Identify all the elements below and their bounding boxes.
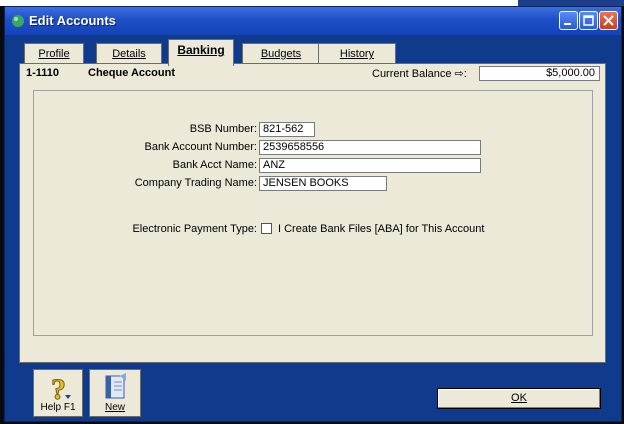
account-number: 1-1110 xyxy=(26,67,60,79)
bank-account-number-input[interactable]: 2539658556 xyxy=(259,140,481,155)
svg-text:?: ? xyxy=(51,373,66,403)
new-button[interactable]: New xyxy=(89,369,141,417)
bsb-input[interactable]: 821-562 xyxy=(259,122,315,137)
title-bar[interactable]: Edit Accounts xyxy=(5,7,621,35)
minimize-button[interactable] xyxy=(559,11,578,30)
bsb-label: BSB Number: xyxy=(189,123,257,135)
tab-banking[interactable]: Banking xyxy=(168,39,234,66)
account-header: 1-1110 Cheque Account Current Balance ⇨:… xyxy=(20,64,605,84)
minimize-icon xyxy=(564,23,571,25)
help-icon: ? xyxy=(51,373,71,403)
tab-bar: Profile Details Banking Budgets History xyxy=(18,37,608,66)
banking-panel: 1-1110 Cheque Account Current Balance ⇨:… xyxy=(19,63,606,363)
help-button[interactable]: ? Help F1 xyxy=(33,369,83,417)
current-balance-value: $5,000.00 xyxy=(479,66,600,81)
bank-account-number-label: Bank Account Number: xyxy=(144,141,257,153)
new-button-label: New xyxy=(104,402,125,413)
maximize-icon xyxy=(583,15,594,26)
tab-profile[interactable]: Profile xyxy=(24,43,84,65)
edit-accounts-window: Edit Accounts Profile Details Banking Bu… xyxy=(4,6,622,422)
account-name: Cheque Account xyxy=(88,67,175,79)
app-icon xyxy=(12,15,24,27)
window-title: Edit Accounts xyxy=(29,13,116,28)
new-document-icon xyxy=(105,373,126,399)
aba-file-checkbox-label[interactable]: I Create Bank Files [ABA] for This Accou… xyxy=(278,223,484,235)
maximize-button[interactable] xyxy=(579,11,598,30)
electronic-payment-label: Electronic Payment Type: xyxy=(132,223,257,235)
tab-history[interactable]: History xyxy=(318,43,396,65)
ok-button-label: OK xyxy=(511,392,527,404)
close-icon xyxy=(603,15,614,26)
tab-details[interactable]: Details xyxy=(96,43,162,65)
bank-acct-name-input[interactable]: ANZ xyxy=(259,158,481,173)
help-button-label: Help F1 xyxy=(40,402,76,413)
close-button[interactable] xyxy=(599,11,618,30)
company-trading-name-label: Company Trading Name: xyxy=(134,177,257,189)
ok-button[interactable]: OK xyxy=(437,388,601,409)
banking-details-group: BSB Number: 821-562 Bank Account Number:… xyxy=(33,90,593,336)
current-balance-label: Current Balance ⇨: xyxy=(372,68,467,80)
company-trading-name-input[interactable]: JENSEN BOOKS xyxy=(259,176,387,191)
aba-file-checkbox[interactable] xyxy=(261,223,272,234)
tab-budgets[interactable]: Budgets xyxy=(242,43,320,65)
bank-acct-name-label: Bank Acct Name: xyxy=(172,159,257,171)
